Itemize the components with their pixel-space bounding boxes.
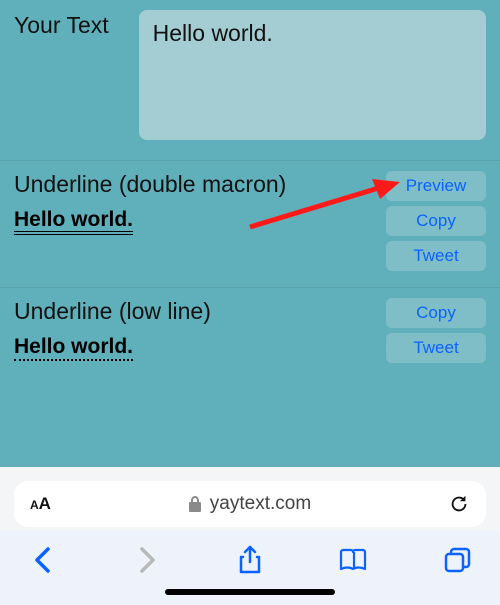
input-section: Your Text bbox=[0, 0, 500, 160]
copy-button[interactable]: Copy bbox=[386, 206, 486, 236]
home-indicator bbox=[0, 585, 500, 605]
style-title: Underline (low line) bbox=[14, 298, 211, 325]
share-button[interactable] bbox=[233, 543, 267, 577]
tweet-button[interactable]: Tweet bbox=[386, 241, 486, 271]
style-output: Hello world. bbox=[14, 335, 211, 361]
copy-button[interactable]: Copy bbox=[386, 298, 486, 328]
output-text: Hello world. bbox=[14, 336, 133, 361]
output-text: Hello world. bbox=[14, 209, 133, 235]
address-bar[interactable]: AA yaytext.com bbox=[14, 481, 486, 527]
button-column: Copy Tweet bbox=[386, 298, 486, 363]
url-display: yaytext.com bbox=[188, 493, 311, 515]
domain-text: yaytext.com bbox=[210, 493, 311, 515]
page-content: Your Text Underline (double macron) Hell… bbox=[0, 0, 500, 467]
style-low-line: Underline (low line) Hello world. Copy T… bbox=[0, 287, 500, 379]
tweet-button[interactable]: Tweet bbox=[386, 333, 486, 363]
button-column: Preview Copy Tweet bbox=[386, 171, 486, 271]
text-input[interactable] bbox=[139, 10, 486, 140]
style-double-macron: Underline (double macron) Hello world. P… bbox=[0, 160, 500, 287]
style-output: Hello world. bbox=[14, 208, 286, 235]
forward-button bbox=[130, 543, 164, 577]
reload-button[interactable] bbox=[448, 493, 470, 515]
tabs-button[interactable] bbox=[440, 543, 474, 577]
text-size-button[interactable]: AA bbox=[30, 494, 51, 514]
browser-toolbar bbox=[0, 531, 500, 585]
bookmarks-button[interactable] bbox=[337, 543, 371, 577]
preview-button[interactable]: Preview bbox=[386, 171, 486, 201]
your-text-label: Your Text bbox=[14, 10, 109, 140]
address-bar-area: AA yaytext.com bbox=[0, 467, 500, 531]
lock-icon bbox=[188, 496, 202, 512]
back-button[interactable] bbox=[26, 543, 60, 577]
style-title: Underline (double macron) bbox=[14, 171, 286, 198]
